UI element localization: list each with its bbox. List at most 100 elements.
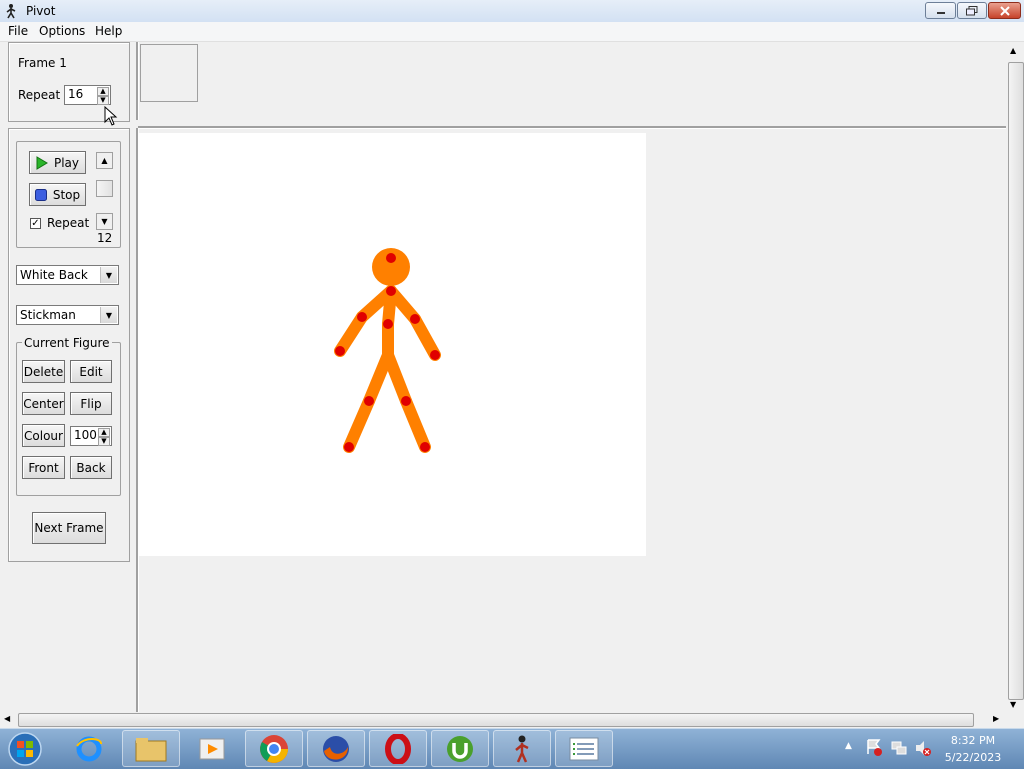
figure-type-select-value: Stickman xyxy=(20,308,76,322)
spin-down-icon[interactable]: ▼ xyxy=(98,437,110,446)
media-player-icon xyxy=(199,738,225,759)
play-button[interactable]: Play xyxy=(29,151,86,174)
joint-handle[interactable] xyxy=(383,319,393,329)
current-figure-title: Current Figure xyxy=(22,336,112,350)
window-title: Pivot xyxy=(26,4,56,18)
background-select[interactable]: White Back ▼ xyxy=(16,265,119,285)
joint-handle[interactable] xyxy=(344,442,354,452)
frame-repeat-value: 16 xyxy=(68,87,84,101)
edit-button[interactable]: Edit xyxy=(70,360,112,383)
colour-spinner[interactable]: 100 ▲ ▼ xyxy=(70,426,112,446)
opera-icon xyxy=(385,733,411,764)
show-hidden-icons[interactable]: ▲ xyxy=(845,741,852,751)
back-label: Back xyxy=(76,460,106,475)
joint-handle[interactable] xyxy=(420,442,430,452)
joint-handle[interactable] xyxy=(335,346,345,356)
colour-button[interactable]: Colour xyxy=(22,424,65,447)
close-button[interactable] xyxy=(988,2,1021,19)
back-button[interactable]: Back xyxy=(70,456,112,479)
delete-label: Delete xyxy=(23,364,64,379)
start-orb[interactable] xyxy=(6,731,44,767)
stop-button[interactable]: Stop xyxy=(29,183,86,206)
scroll-down-icon[interactable]: ▼ xyxy=(1010,700,1016,709)
repeat-checkbox[interactable]: ✓ xyxy=(30,218,41,229)
stop-label: Stop xyxy=(52,187,81,202)
clock-time[interactable]: 8:32 PM xyxy=(938,734,1008,747)
animation-canvas[interactable] xyxy=(138,133,646,556)
flip-label: Flip xyxy=(80,396,102,411)
frame-repeat-spinner[interactable]: 16 ▲ ▼ xyxy=(64,85,111,105)
taskbar-media-player[interactable] xyxy=(183,730,241,767)
action-center-icon[interactable] xyxy=(866,739,882,757)
figure-type-select[interactable]: Stickman ▼ xyxy=(16,305,119,325)
timeline-divider xyxy=(138,126,1006,129)
joint-handle[interactable] xyxy=(386,286,396,296)
taskbar-opera[interactable] xyxy=(369,730,427,767)
speed-scrollbar[interactable]: ▲ ▼ xyxy=(96,152,113,230)
spin-up-icon[interactable]: ▲ xyxy=(97,87,109,96)
spin-up-icon[interactable]: ▲ xyxy=(98,428,110,437)
scroll-left-icon[interactable]: ◀ xyxy=(4,714,10,723)
joint-handle[interactable] xyxy=(410,314,420,324)
next-frame-button[interactable]: Next Frame xyxy=(32,512,106,544)
joint-handle[interactable] xyxy=(386,253,396,263)
chrome-icon xyxy=(260,734,288,763)
taskbar-document[interactable] xyxy=(555,730,613,767)
pivot-icon xyxy=(515,735,529,763)
joint-handle[interactable] xyxy=(364,396,374,406)
center-label: Center xyxy=(23,396,64,411)
horizontal-scroll-thumb[interactable] xyxy=(18,713,974,727)
front-button[interactable]: Front xyxy=(22,456,65,479)
menu-file[interactable]: File xyxy=(8,24,28,38)
taskbar: ▲ 8:32 PM 5/22/2023 xyxy=(0,728,1024,769)
title-bar: Pivot xyxy=(0,0,1024,23)
close-icon xyxy=(999,5,1010,16)
joint-handle[interactable] xyxy=(357,312,367,322)
taskbar-chrome[interactable] xyxy=(245,730,303,767)
taskbar-ie[interactable] xyxy=(60,730,118,767)
vertical-scroll-thumb[interactable] xyxy=(1008,62,1024,700)
clock-date[interactable]: 5/22/2023 xyxy=(938,751,1008,764)
minimize-icon xyxy=(936,11,945,14)
colour-value: 100 xyxy=(74,428,97,442)
vertical-scrollbar[interactable]: ▲ ▼ xyxy=(1007,42,1024,712)
joint-handle[interactable] xyxy=(401,396,411,406)
taskbar-pivot[interactable] xyxy=(493,730,551,767)
menu-help[interactable]: Help xyxy=(95,24,122,38)
chevron-down-icon[interactable]: ▼ xyxy=(100,307,117,323)
scroll-up-icon[interactable]: ▲ xyxy=(1010,46,1016,55)
scroll-up-icon[interactable]: ▲ xyxy=(96,152,113,169)
taskbar-utorrent[interactable] xyxy=(431,730,489,767)
minimize-button[interactable] xyxy=(925,2,956,19)
menu-bar: File Options Help xyxy=(0,22,1024,42)
colour-label: Colour xyxy=(24,428,63,443)
center-button[interactable]: Center xyxy=(22,392,65,415)
speed-scroll-thumb[interactable] xyxy=(96,180,113,197)
scroll-down-icon[interactable]: ▼ xyxy=(96,213,113,230)
scroll-right-icon[interactable]: ▶ xyxy=(993,714,999,723)
next-frame-label: Next Frame xyxy=(34,521,104,535)
horizontal-scrollbar[interactable]: ◀ ▶ xyxy=(0,712,1007,728)
menu-options[interactable]: Options xyxy=(39,24,85,38)
taskbar-explorer[interactable] xyxy=(122,730,180,767)
speed-value: 12 xyxy=(97,231,113,245)
delete-button[interactable]: Delete xyxy=(22,360,65,383)
repeat-checkbox-label: Repeat xyxy=(47,216,90,230)
firefox-icon xyxy=(323,735,349,762)
taskbar-firefox[interactable] xyxy=(307,730,365,767)
utorrent-icon xyxy=(447,735,473,762)
flip-button[interactable]: Flip xyxy=(70,392,112,415)
restore-button[interactable] xyxy=(957,2,987,19)
frame-thumbnail[interactable] xyxy=(140,44,198,102)
stickman-figure[interactable] xyxy=(138,133,646,556)
volume-muted-icon[interactable] xyxy=(914,739,932,757)
network-icon[interactable] xyxy=(890,739,908,757)
play-icon xyxy=(36,155,48,170)
mouse-cursor-icon xyxy=(104,106,118,126)
chevron-down-icon[interactable]: ▼ xyxy=(100,267,117,283)
joint-handle[interactable] xyxy=(430,350,440,360)
spin-down-icon[interactable]: ▼ xyxy=(97,96,109,105)
restore-icon xyxy=(966,5,978,15)
frame-label: Frame 1 xyxy=(18,56,67,70)
repeat-label: Repeat : xyxy=(18,88,69,102)
